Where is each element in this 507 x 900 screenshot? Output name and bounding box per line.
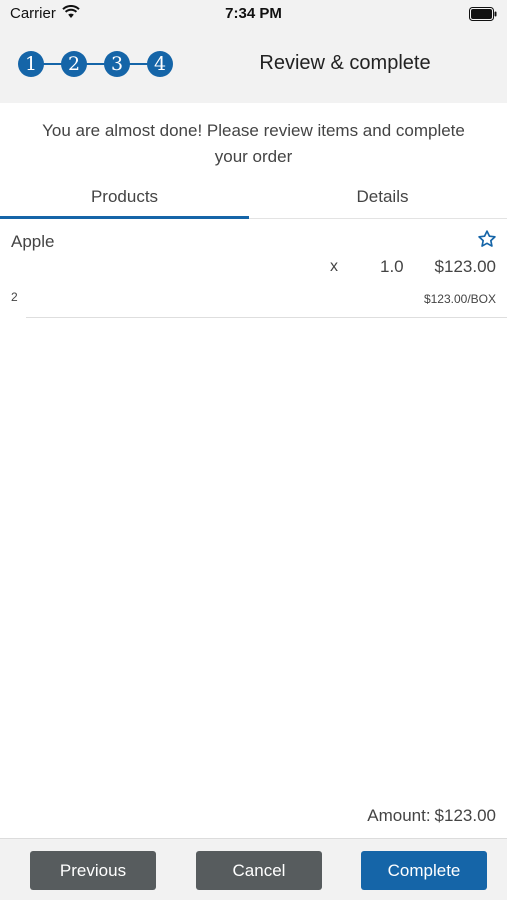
product-unit-price: $123.00/BOX xyxy=(423,292,496,306)
step-indicator: 1 2 3 4 xyxy=(18,51,178,77)
status-bar: Carrier 7:34 PM xyxy=(0,0,507,30)
header: 1 2 3 4 Review & complete xyxy=(0,30,507,103)
page-title: Review & complete xyxy=(259,52,431,74)
complete-button[interactable]: Complete xyxy=(361,851,487,890)
bottom-action-bar: Previous Cancel Complete xyxy=(0,838,507,900)
step-1[interactable]: 1 xyxy=(18,51,44,77)
tab-bar: Products Details xyxy=(0,182,507,219)
product-divider xyxy=(26,317,507,318)
product-code: 2 xyxy=(11,290,18,304)
clock: 7:34 PM xyxy=(225,5,282,22)
battery-icon xyxy=(469,7,497,21)
step-4[interactable]: 4 xyxy=(147,51,173,77)
previous-button[interactable]: Previous xyxy=(30,851,156,890)
amount-label: Amount: xyxy=(367,806,431,825)
product-row[interactable]: Apple x 1.0 $123.00 2 $123.00/BOX xyxy=(0,220,507,320)
tab-products[interactable]: Products xyxy=(0,182,249,219)
star-outline-icon[interactable] xyxy=(477,229,497,249)
step-connector xyxy=(31,63,165,65)
product-quantity: 1.0 xyxy=(380,257,404,276)
multiply-sign: x xyxy=(330,258,338,275)
amount-value: $123.00 xyxy=(434,806,496,825)
order-amount: Amount: $123.00 xyxy=(363,806,496,826)
product-name: Apple xyxy=(11,232,55,251)
step-2[interactable]: 2 xyxy=(61,51,87,77)
instructions-text: You are almost done! Please review items… xyxy=(42,121,465,166)
product-total: $123.00 xyxy=(434,257,496,276)
cancel-button[interactable]: Cancel xyxy=(196,851,322,890)
tab-divider xyxy=(249,218,507,219)
tab-details[interactable]: Details xyxy=(258,182,507,219)
step-3[interactable]: 3 xyxy=(104,51,130,77)
